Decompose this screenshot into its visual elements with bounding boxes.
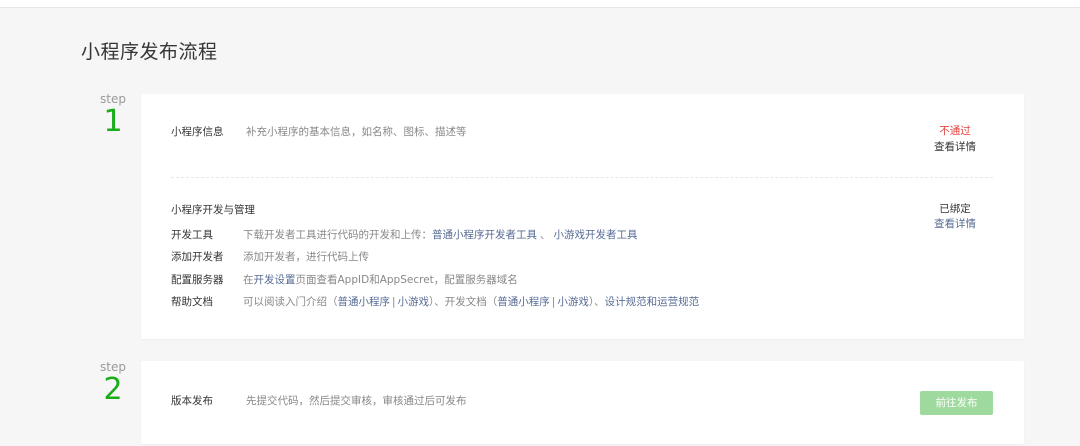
dev-manage-title: 小程序开发与管理 [171,204,255,216]
version-release-label: 版本发布 [171,395,213,407]
configure-server-pre: 在 [243,274,254,286]
design-guidelines-link[interactable]: 设计规范 [605,296,647,308]
step-1-card: 小程序信息 补充小程序的基本信息，如名称、图标、描述等 不通过 查看详情 小程序… [141,94,1024,339]
dev-tools-text: 下载开发者工具进行代码的开发和上传： [243,229,432,241]
info-status-badge: 不通过 [939,125,971,137]
configure-server-label: 配置服务器 [171,274,224,286]
dev-tools-sep: 、 [540,229,551,241]
configure-server-row: 在开发设置页面查看AppID和AppSecret，配置服务器域名 [243,273,518,287]
docs-mini-game-link[interactable]: 小游戏 [557,296,589,308]
operation-guidelines-link[interactable]: 运营规范 [657,296,699,308]
docs-mini-program-link[interactable]: 普通小程序 [497,296,550,308]
mini-program-info-desc: 补充小程序的基本信息，如名称、图标、描述等 [246,126,467,138]
add-developer-label: 添加开发者 [171,251,224,263]
help-docs-text-1: 可以阅读入门介绍（ [243,296,338,308]
configure-server-text: 页面查看AppID和AppSecret，配置服务器域名 [295,274,518,286]
mini-game-devtools-link[interactable]: 小游戏开发者工具 [554,229,638,241]
help-docs-text-2: ）、开发文档（ [429,296,498,308]
help-docs-row: 可以阅读入门介绍（普通小程序 | 小游戏）、开发文档（普通小程序 | 小游戏）、设计规范… [243,295,699,309]
step-2-card: 版本发布 先提交代码，然后提交审核，审核通过后可发布 前往发布 [141,361,1024,444]
go-publish-button[interactable]: 前往发布 [920,391,993,415]
intro-mini-program-link[interactable]: 普通小程序 [338,296,391,308]
help-docs-bar-1: | [392,296,396,308]
dev-tools-row: 下载开发者工具进行代码的开发和上传：普通小程序开发者工具、小游戏开发者工具 [243,228,638,242]
help-docs-text-3: ）、 [588,296,605,308]
help-docs-and: 和 [646,296,658,308]
dev-view-details-link[interactable]: 查看详情 [925,217,985,231]
version-release-desc: 先提交代码，然后提交审核，审核通过后可发布 [246,395,467,407]
info-view-details-link[interactable]: 查看详情 [925,140,985,154]
intro-mini-game-link[interactable]: 小游戏 [398,296,430,308]
section-divider [171,177,993,178]
mini-program-devtools-link[interactable]: 普通小程序开发者工具 [432,229,537,241]
help-docs-label: 帮助文档 [171,296,213,308]
top-bar [0,0,1080,8]
step-1-number: 1 [103,104,123,139]
page-title: 小程序发布流程 [81,41,218,63]
mini-program-info-label: 小程序信息 [171,126,224,138]
add-developer-text: 添加开发者，进行代码上传 [243,251,369,263]
step-2-number: 2 [103,372,123,407]
dev-settings-link[interactable]: 开发设置 [254,274,296,286]
dev-tools-label: 开发工具 [171,229,213,241]
dev-status-badge: 已绑定 [939,203,971,215]
